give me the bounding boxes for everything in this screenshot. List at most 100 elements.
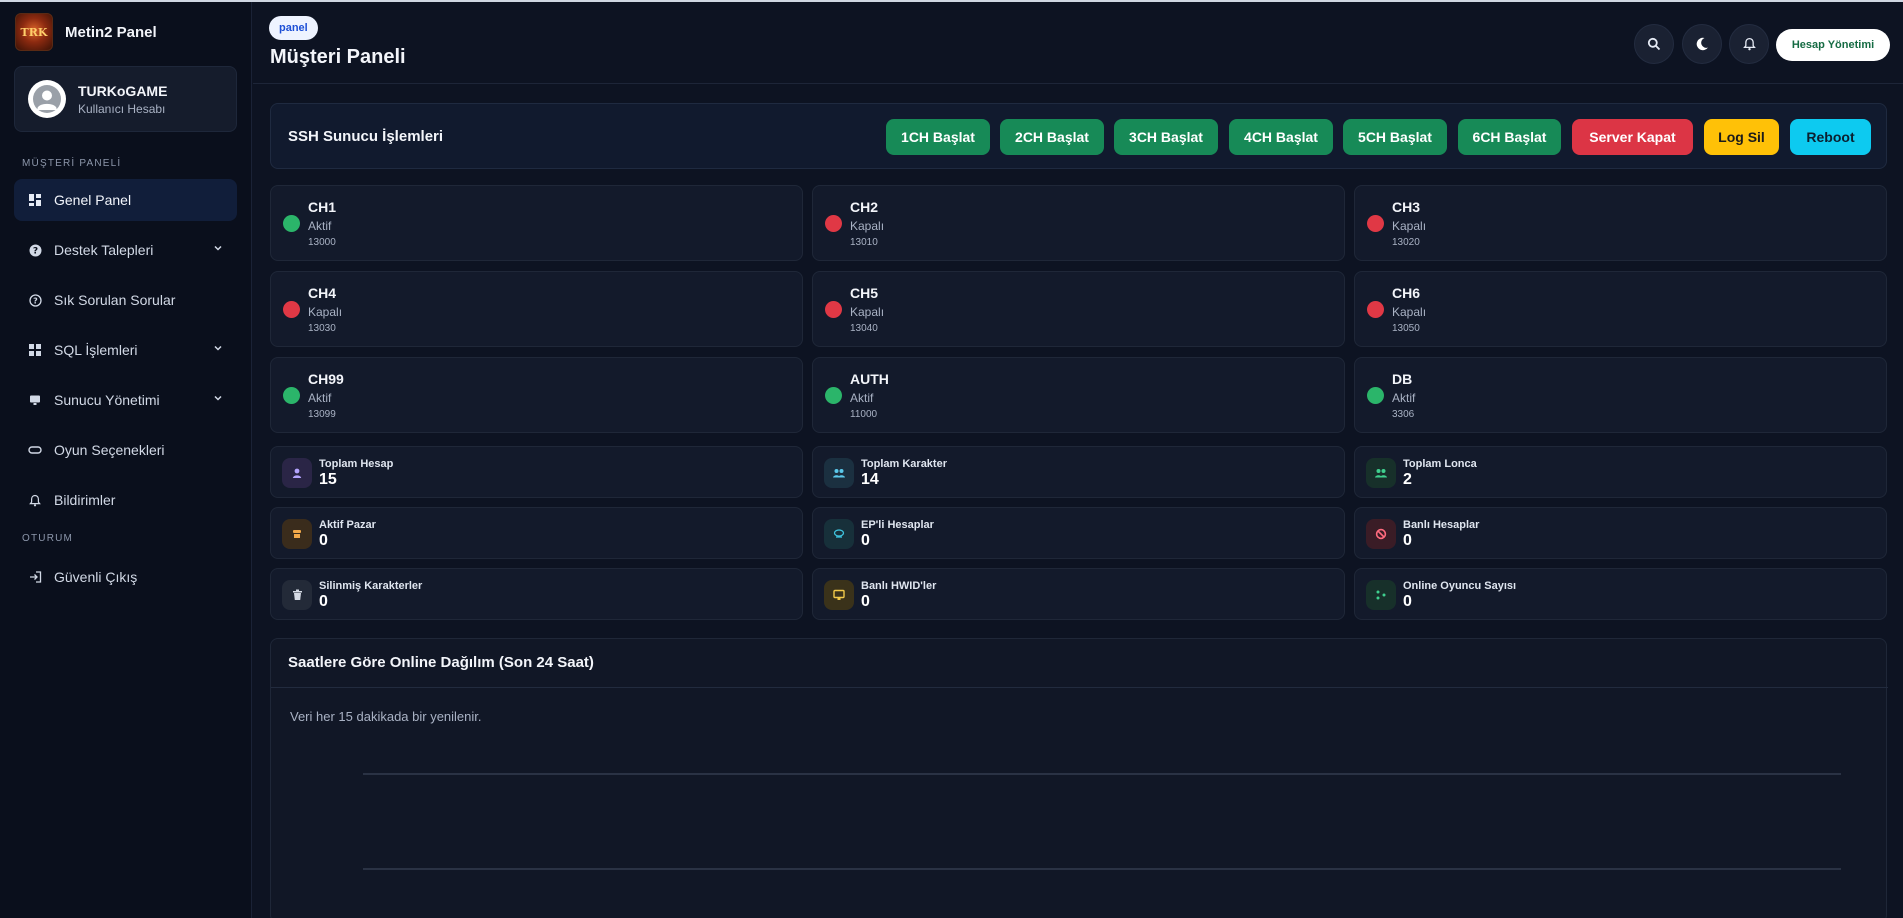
stat-value: 0 [1403,532,1412,549]
sidebar-item-label: Destek Talepleri [54,242,154,258]
logout-icon [28,570,42,584]
status-dot [1367,215,1384,232]
channel-port: 13000 [308,237,336,248]
users-icon [824,458,854,488]
stat-value: 15 [319,471,337,488]
stat-value: 0 [319,532,328,549]
channel-port: 11000 [850,409,878,420]
monitor-icon [824,580,854,610]
channel-name: CH2 [850,199,879,215]
status-dot [283,215,300,232]
status-dot [1367,387,1384,404]
sidebar-item-logout[interactable]: Güvenli Çıkış [14,556,237,598]
user-card[interactable]: TURKoGAME Kullanıcı Hesabı [14,66,237,132]
sidebar-item-general-panel[interactable]: Genel Panel [14,179,237,221]
sidebar-item-notifications[interactable]: Bildirimler [14,479,237,521]
ssh-panel-title: SSH Sunucu İşlemleri [288,128,444,145]
user-name: TURKoGAME [78,82,168,99]
channel-name: CH4 [308,285,337,301]
theme-toggle-button[interactable] [1682,24,1722,64]
channel-card-ch5: CH5 Kapalı 13040 [812,271,1345,347]
section-label-session: OTURUM [22,533,74,544]
ssh-panel: SSH Sunucu İşlemleri 1CH Başlat 2CH Başl… [270,103,1887,169]
header: panel Müşteri Paneli Hesap Yönetimi [253,2,1903,84]
stat-label: Online Oyuncu Sayısı [1403,580,1517,592]
dashboard-icon [28,193,42,207]
svg-text:?: ? [32,246,37,256]
channel-status: Kapalı [1392,305,1427,319]
avatar [28,80,66,118]
stat-value: 14 [861,471,879,488]
trash-icon [282,580,312,610]
channel-card-ch6: CH6 Kapalı 13050 [1354,271,1887,347]
chevron-down-icon [214,345,222,351]
sidebar-item-label: Sunucu Yönetimi [54,392,160,408]
search-icon [1647,37,1661,51]
channel-card-ch1: CH1 Aktif 13000 [270,185,803,261]
notifications-button[interactable] [1729,24,1769,64]
channel-name: CH1 [308,199,337,215]
chart-title: Saatlere Göre Online Dağılım (Son 24 Saa… [288,654,594,671]
sidebar-item-sql[interactable]: SQL İşlemleri [14,329,237,371]
start-ch3-button[interactable]: 3CH Başlat [1114,119,1218,155]
ban-icon [1366,519,1396,549]
start-ch4-button[interactable]: 4CH Başlat [1229,119,1333,155]
channel-card-ch99: CH99 Aktif 13099 [270,357,803,433]
status-dot [825,387,842,404]
sidebar-item-faq[interactable]: ? Sık Sorulan Sorular [14,279,237,321]
channel-name: CH6 [1392,285,1421,301]
chart-plot-area [363,773,1841,870]
stat-card-ep-accounts: EP'li Hesaplar 0 [812,507,1345,559]
channel-status: Aktif [308,219,332,233]
server-shutdown-button[interactable]: Server Kapat [1572,119,1693,155]
search-button[interactable] [1634,24,1674,64]
help-circle-icon: ? [28,243,42,257]
stat-card-banned-accounts: Banlı Hesaplar 0 [1354,507,1887,559]
channel-status: Aktif [850,391,874,405]
channel-port: 3306 [1392,409,1415,420]
chevron-down-icon [214,395,222,401]
sidebar-item-label: Genel Panel [54,192,132,208]
channel-port: 13050 [1392,323,1420,334]
channel-name: CH99 [308,371,344,387]
channel-port: 13030 [308,323,336,334]
stat-value: 2 [1403,471,1412,488]
stat-card-online-players: Online Oyuncu Sayısı 0 [1354,568,1887,620]
stat-value: 0 [861,532,870,549]
account-management-button[interactable]: Hesap Yönetimi [1776,29,1890,61]
channel-name: AUTH [850,371,889,387]
start-ch2-button[interactable]: 2CH Başlat [1000,119,1104,155]
link-icon [28,443,42,457]
stat-value: 0 [1403,593,1412,610]
breadcrumb[interactable]: panel [269,16,318,40]
clear-log-button[interactable]: Log Sil [1704,119,1779,155]
status-dot [283,301,300,318]
guild-icon [1366,458,1396,488]
section-label-main: MÜŞTERİ PANELİ [22,158,122,169]
page-title: Müşteri Paneli [270,46,406,68]
shop-icon [282,519,312,549]
stat-card-banned-hwids: Banlı HWID'ler 0 [812,568,1345,620]
stat-label: Toplam Lonca [1403,458,1477,470]
channel-port: 13099 [308,409,336,420]
sidebar-item-label: Güvenli Çıkış [54,569,138,585]
status-dot [1367,301,1384,318]
channel-port: 13020 [1392,237,1420,248]
start-ch5-button[interactable]: 5CH Başlat [1343,119,1447,155]
stat-label: Toplam Karakter [861,458,947,470]
svg-text:?: ? [33,296,38,305]
start-ch6-button[interactable]: 6CH Başlat [1458,119,1561,155]
sidebar-item-server-management[interactable]: Sunucu Yönetimi [14,379,237,421]
sidebar-item-game-options[interactable]: Oyun Seçenekleri [14,429,237,471]
stat-value: 0 [319,593,328,610]
sidebar-item-support-tickets[interactable]: ? Destek Talepleri [14,229,237,271]
start-ch1-button[interactable]: 1CH Başlat [886,119,990,155]
stat-label: EP'li Hesaplar [861,519,934,531]
status-dot [283,387,300,404]
channel-status: Aktif [308,391,332,405]
sidebar-item-label: Sık Sorulan Sorular [54,292,176,308]
sidebar-item-label: Oyun Seçenekleri [54,442,165,458]
brand[interactable]: TRK Metin2 Panel [15,13,251,51]
user-avatar-icon [33,85,61,113]
reboot-button[interactable]: Reboot [1790,119,1871,155]
